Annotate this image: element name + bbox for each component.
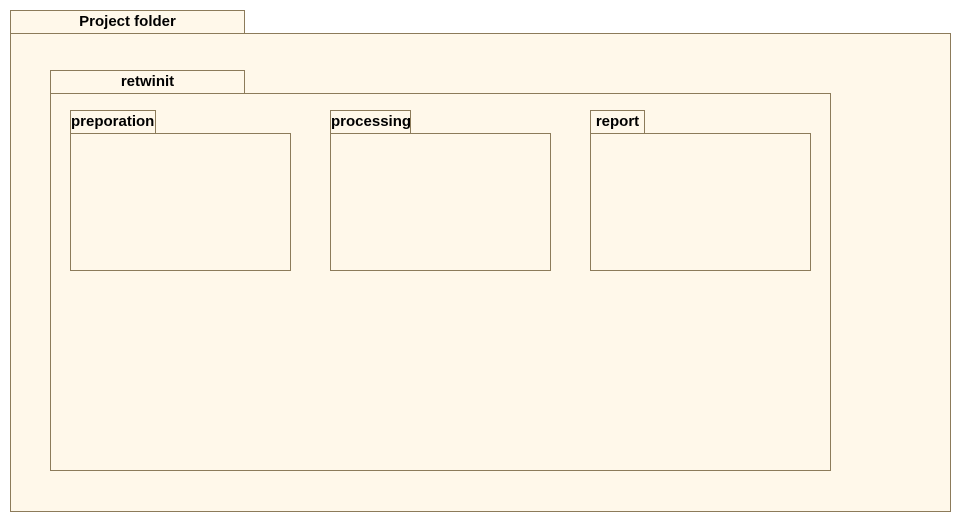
package-retwinit-label: retwinit	[120, 73, 175, 90]
package-project-folder-tab[interactable]: Project folder	[10, 10, 245, 34]
package-processing-body[interactable]	[330, 133, 551, 271]
package-retwinit-tab[interactable]: retwinit	[50, 70, 245, 94]
package-report-body[interactable]	[590, 133, 811, 271]
package-processing-label: processing	[331, 113, 411, 130]
package-preporation-body[interactable]	[70, 133, 291, 271]
diagram-canvas: Project folder retwinit preporation proc…	[0, 0, 961, 521]
package-report-tab[interactable]: report	[590, 110, 645, 134]
package-processing-tab[interactable]: processing	[330, 110, 411, 134]
package-preporation-tab[interactable]: preporation	[70, 110, 156, 134]
package-preporation-label: preporation	[71, 113, 155, 130]
package-project-folder-label: Project folder	[79, 13, 176, 30]
package-report-label: report	[595, 113, 640, 130]
